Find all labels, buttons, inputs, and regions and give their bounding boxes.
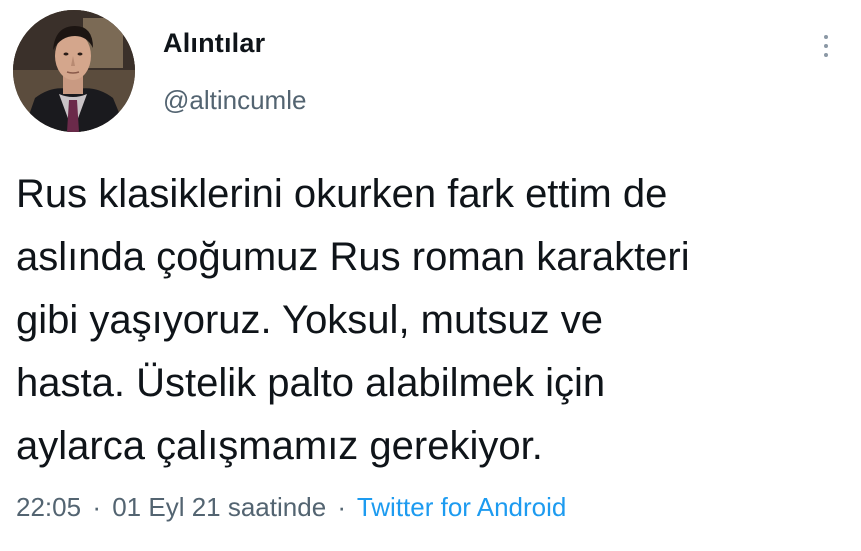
tweet-time[interactable]: 22:05 bbox=[16, 492, 81, 522]
tweet-card: Alıntılar @altincumle Rus klasiklerini o… bbox=[0, 0, 861, 551]
tweet-text-line: aslında çoğumuz Rus roman karakteri bbox=[16, 235, 690, 279]
tweet-text-line: Rus klasiklerini okurken fark ettim de bbox=[16, 172, 668, 216]
tweet-text-line: aylarca çalışmamız gerekiyor. bbox=[16, 424, 543, 468]
tweet-text-line: gibi yaşıyoruz. Yoksul, mutsuz ve bbox=[16, 298, 603, 342]
tweet-text: Rus klasiklerini okurken fark ettim de a… bbox=[16, 163, 851, 478]
separator-dot: · bbox=[92, 492, 101, 522]
display-name[interactable]: Alıntılar bbox=[163, 28, 265, 59]
separator-dot: · bbox=[337, 492, 347, 522]
more-vertical-icon bbox=[824, 53, 828, 57]
more-vertical-icon bbox=[824, 35, 828, 39]
tweet-metadata: 22:05 · 01 Eyl 21 saatinde · Twitter for… bbox=[16, 492, 566, 523]
tweet-text-line: hasta. Üstelik palto alabilmek için bbox=[16, 361, 606, 405]
more-vertical-icon bbox=[824, 44, 828, 48]
user-handle[interactable]: @altincumle bbox=[163, 85, 306, 116]
tweet-date[interactable]: 01 Eyl 21 saatinde bbox=[112, 492, 326, 522]
avatar[interactable] bbox=[13, 10, 135, 132]
more-options-button[interactable] bbox=[814, 28, 838, 64]
tweet-source-link[interactable]: Twitter for Android bbox=[357, 492, 567, 522]
avatar-image bbox=[13, 10, 135, 132]
